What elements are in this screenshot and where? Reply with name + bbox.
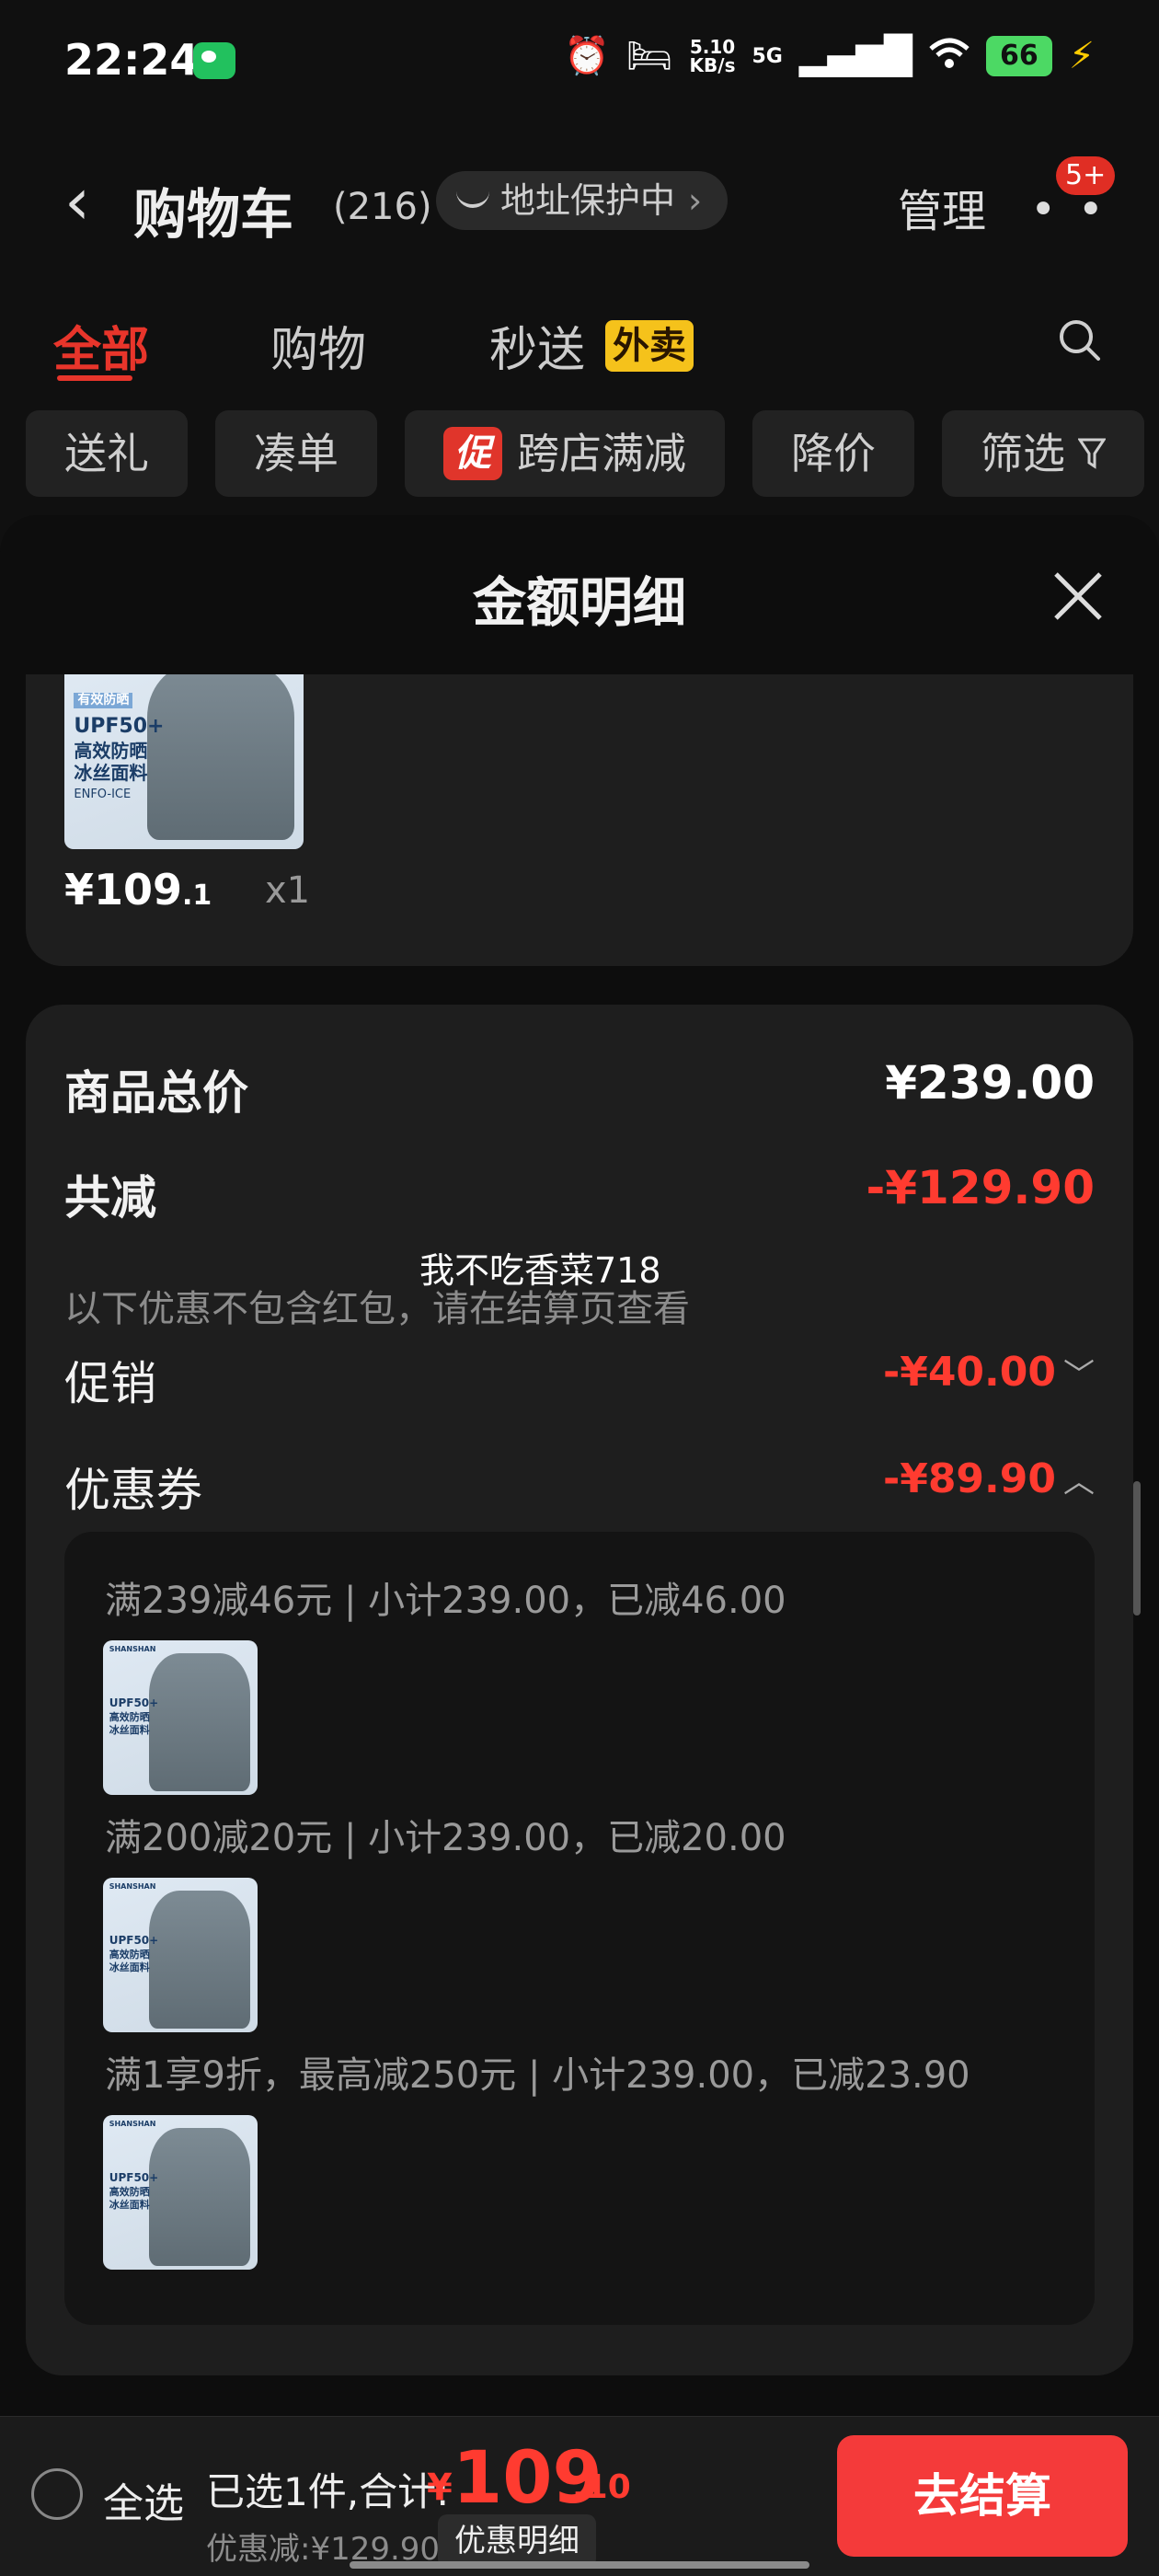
close-icon[interactable] [1050,569,1106,624]
scrollbar[interactable] [1133,1481,1141,1616]
coupon-line: 满1享9折，最高减250元 | 小计239.00，已减23.90 [105,2054,970,2097]
chevron-up-icon: ︿ [1063,1464,1095,1501]
product-image: 有效防晒 UPF50+ 高效防晒 冰丝面料 ENFO-ICE [64,674,304,849]
tab-all[interactable]: 全部 [53,311,149,380]
total-value: ¥239.00 [885,1056,1095,1110]
chip-filter[interactable]: 筛选 [942,410,1144,497]
search-icon[interactable] [1056,316,1102,362]
bed-icon: 🛏 [625,35,673,77]
sheet-title: 金额明细 [472,571,686,634]
coupon-label: 优惠券 [64,1464,202,1517]
signal-icon: ▂▄▆█ [798,35,912,77]
address-protection-label: 地址保护中 [500,180,676,221]
promo-tag: 促 [443,427,502,480]
item-price: ¥109.1 [64,865,212,914]
coupon-row[interactable]: -¥89.90 ︿ [883,1455,1095,1502]
status-bar: 22:24 ⏰ 🛏 5.10 KB/s 5G ▂▄▆█ 66 ⚡ [0,0,1159,120]
chip-cross-store-label: 跨店满减 [517,429,686,478]
amount-detail-sheet: 金额明细 有效防晒 UPF50+ 高效防晒 冰丝面料 ENFO-ICE ¥109… [0,515,1159,2576]
network-type: 5G [752,44,783,68]
filter-icon [1078,438,1106,469]
tab-shopping[interactable]: 购物 [270,311,366,380]
promo-value: -¥40.00 [882,1349,1056,1396]
status-icons: ⏰ 🛏 5.10 KB/s 5G ▂▄▆█ 66 ⚡ [564,35,1095,77]
product-thumbnail: SHANSHAN UPF50+ 高效防晒 冰丝面料 [103,1640,258,1795]
item-card: 有效防晒 UPF50+ 高效防晒 冰丝面料 ENFO-ICE ¥109.1 x1 [26,674,1133,966]
promo-label: 促销 [64,1357,156,1410]
cart-count: (216) [333,186,432,228]
page-title: 购物车 [133,183,294,246]
home-indicator[interactable] [350,2561,809,2569]
chip-filter-label: 筛选 [981,429,1065,478]
chip-gift[interactable]: 送礼 [26,410,188,497]
product-thumbnail: SHANSHAN UPF50+ 高效防晒 冰丝面料 [103,2115,258,2270]
chip-price-drop[interactable]: 降价 [752,410,914,497]
chip-bundle[interactable]: 凑单 [215,410,377,497]
address-protection-pill[interactable]: 地址保护中 › [436,171,729,230]
select-all-label[interactable]: 全选 [103,2470,184,2529]
reduce-value: -¥129.90 [866,1161,1096,1214]
battery-indicator: 66 [985,36,1052,76]
manage-button[interactable]: 管理 [898,175,986,239]
coupon-line: 满239减46元 | 小计239.00，已减46.00 [105,1580,786,1622]
charging-icon: ⚡ [1068,35,1095,77]
chip-cross-store[interactable]: 促 跨店满减 [405,410,725,497]
reduce-label: 共减 [64,1171,156,1225]
coupon-details: 满239减46元 | 小计239.00，已减46.00 SHANSHAN UPF… [64,1532,1095,2325]
discount-detail-button[interactable]: 优惠明细 [438,2514,596,2568]
breakdown-card: 商品总价 ¥239.00 共减 -¥129.90 以下优惠不包含红包，请在结算页… [26,1005,1133,2375]
waimai-badge: 外卖 [605,320,694,372]
wifi-icon [929,38,970,75]
chevron-left-icon[interactable]: ‹ [64,169,90,234]
tab-active-indicator [57,375,132,381]
cart-tabs: 全部 购物 秒送 外卖 [0,294,1159,396]
watermark-username: 我不吃香菜718 [419,1250,661,1291]
net-speed: 5.10 KB/s [689,36,736,76]
checkout-button[interactable]: 去结算 [837,2435,1128,2557]
select-all-radio[interactable] [31,2468,83,2520]
chevron-down-icon: ﹀ [1063,1357,1095,1394]
notification-badge: 5+ [1056,156,1116,195]
promo-row[interactable]: -¥40.00 ﹀ [883,1349,1095,1396]
chevron-right-icon: › [688,180,703,221]
item-quantity: x1 [265,869,311,912]
selected-total-label: 已选1件,合计: [206,2469,450,2514]
smile-icon [456,191,489,208]
total-label: 商品总价 [64,1066,248,1120]
total-currency: ¥ [427,2467,453,2509]
alarm-icon: ⏰ [563,35,610,77]
checkout-bar: 全选 已选1件,合计: ¥ 109 .10 优惠减:¥129.90 优惠明细 去… [0,2416,1159,2576]
wechat-icon [193,42,235,79]
product-thumbnail: SHANSHAN UPF50+ 高效防晒 冰丝面料 [103,1878,258,2032]
tab-express[interactable]: 秒送 [489,311,585,380]
coupon-value: -¥89.90 [882,1455,1056,1502]
coupon-line: 满200减20元 | 小计239.00，已减20.00 [105,1817,786,1859]
cart-header: ‹ 购物车 (216) 地址保护中 › 管理 • • 5+ [0,138,1159,267]
status-time: 22:24 [64,35,200,85]
filter-chips: 送礼 凑单 促 跨店满减 降价 筛选 [26,410,1144,497]
total-amount-decimal: .10 [572,2468,631,2506]
